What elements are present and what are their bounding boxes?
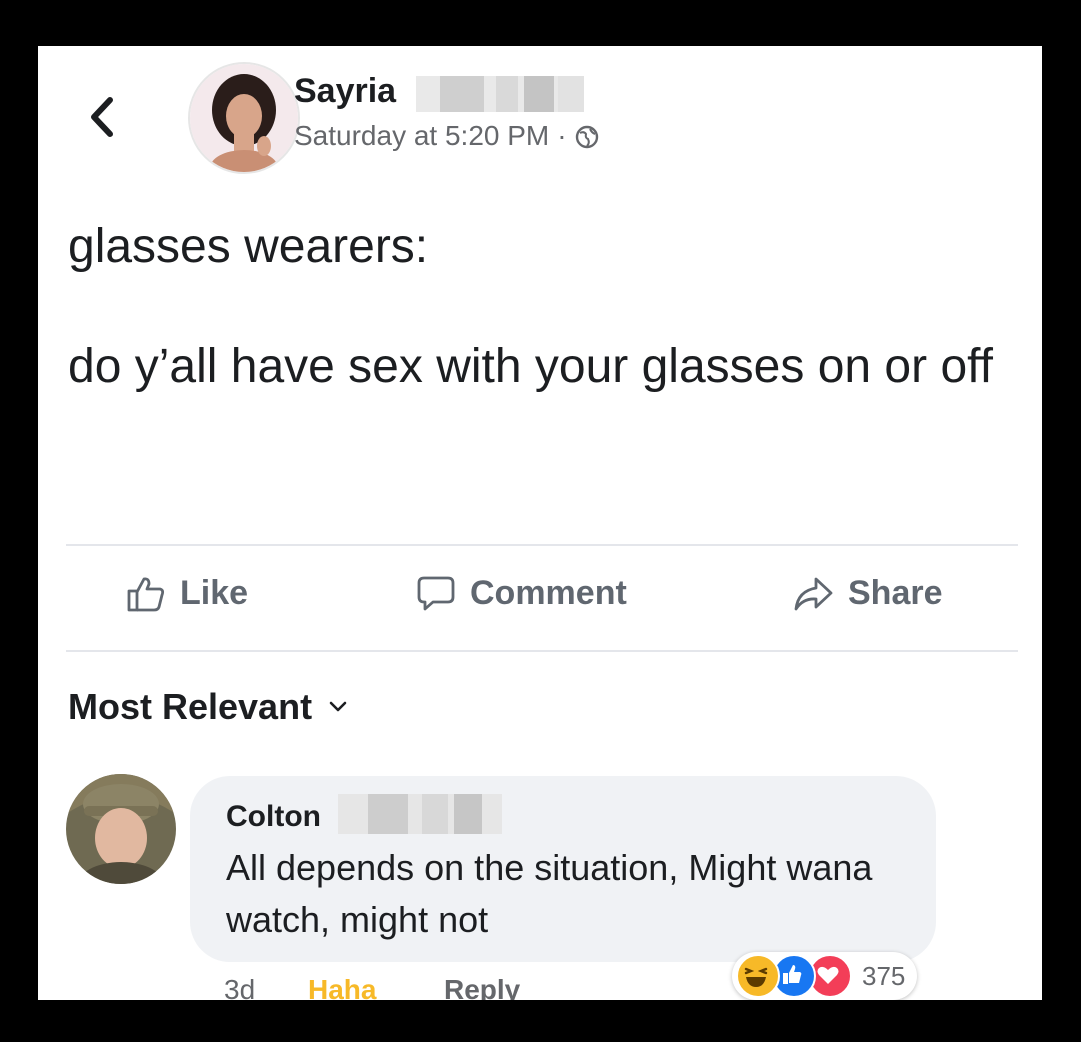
comment-button[interactable]: Comment — [416, 574, 627, 613]
comment-bubble: Colton All depends on the situation, Mig… — [190, 776, 936, 962]
chevron-down-icon — [329, 701, 347, 712]
reaction-summary[interactable]: 375 — [732, 952, 918, 1000]
comment-reaction-label[interactable]: Haha — [308, 974, 376, 1000]
post-author-name[interactable]: Sayria — [294, 72, 396, 111]
comment-text: All depends on the situation, Might wana… — [226, 847, 873, 941]
post-meta: Saturday at 5:20 PM · — [294, 120, 599, 152]
back-chevron-icon — [91, 97, 113, 137]
comment-sort-label: Most Relevant — [68, 686, 313, 727]
reaction-count: 375 — [862, 960, 906, 991]
comment-sort-dropdown[interactable]: Most Relevant — [68, 686, 348, 728]
share-label: Share — [848, 574, 943, 612]
comment-bubble-icon — [417, 576, 455, 610]
comment-author-name[interactable]: Colton — [226, 800, 321, 834]
divider — [66, 650, 1018, 652]
haha-icon — [736, 954, 780, 998]
post-action-bar: Like Comment Share — [66, 546, 1018, 652]
back-button[interactable] — [82, 92, 122, 142]
meta-separator: · — [557, 120, 567, 151]
redacted-surname-block — [416, 76, 584, 112]
comment-label: Comment — [470, 574, 627, 612]
post-author-avatar[interactable] — [188, 62, 300, 174]
redacted-surname-block — [338, 794, 502, 834]
globe-icon — [575, 124, 599, 149]
share-button[interactable]: Share — [792, 574, 943, 613]
comment-reply-button[interactable]: Reply — [444, 974, 520, 1000]
post-timestamp[interactable]: Saturday at 5:20 PM — [294, 120, 549, 152]
post-text-line: glasses wearers: — [68, 220, 429, 273]
like-label: Like — [180, 574, 249, 612]
commenter-avatar[interactable] — [66, 774, 176, 884]
post-text-line: do y’all have sex with your glasses on o… — [68, 339, 993, 393]
thumbs-up-icon — [127, 576, 165, 611]
post-card: Sayria Saturday at 5:20 PM · glasses wea… — [38, 46, 1042, 1000]
post-body: glasses wearers: do y’all have sex with … — [68, 218, 1018, 395]
like-button[interactable]: Like — [126, 574, 248, 613]
comment-age[interactable]: 3d — [224, 974, 255, 1000]
share-arrow-icon — [794, 577, 833, 610]
